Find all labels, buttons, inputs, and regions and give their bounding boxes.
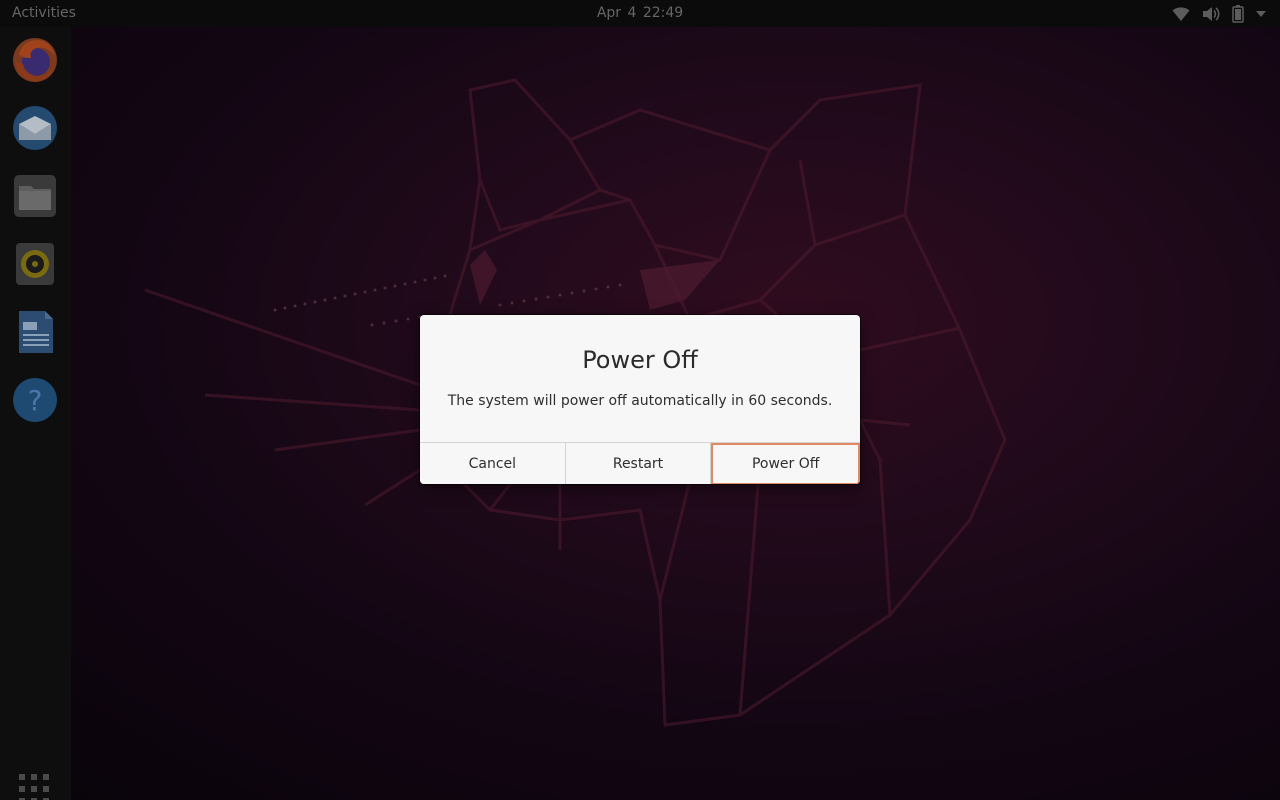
dialog-message: The system will power off automatically … [447,393,833,409]
restart-button[interactable]: Restart [566,443,712,484]
system-menu-arrow-icon [1256,10,1266,17]
firefox-launcher[interactable] [11,36,59,84]
firefox-icon [13,38,57,82]
writer-icon [19,311,53,353]
rhythmbox-launcher[interactable] [11,240,59,288]
app-grid-icon [19,774,49,800]
top-bar: Activities Apr 4 22:49 [0,0,1280,27]
wifi-icon [1172,6,1190,21]
desktop: Activities Apr 4 22:49 ? Power Off The s… [0,0,1280,800]
show-applications-button[interactable] [19,774,53,800]
dialog-button-row: Cancel Restart Power Off [420,442,860,484]
volume-icon [1203,6,1220,21]
help-launcher[interactable]: ? [11,376,59,424]
cancel-button[interactable]: Cancel [420,443,566,484]
svg-text:?: ? [28,384,43,417]
writer-launcher[interactable] [11,308,59,356]
battery-icon [1232,4,1244,23]
dock: ? [0,27,71,800]
system-tray[interactable] [1172,4,1266,23]
files-icon [14,175,56,217]
dialog-title: Power Off [582,346,698,374]
thunderbird-icon [13,106,57,150]
rhythmbox-icon [16,243,54,285]
help-icon: ? [13,378,57,422]
files-launcher[interactable] [11,172,59,220]
clock[interactable]: Apr 4 22:49 [0,5,1280,21]
thunderbird-launcher[interactable] [11,104,59,152]
power-off-button[interactable]: Power Off [711,443,860,484]
power-off-dialog: Power Off The system will power off auto… [420,315,860,484]
